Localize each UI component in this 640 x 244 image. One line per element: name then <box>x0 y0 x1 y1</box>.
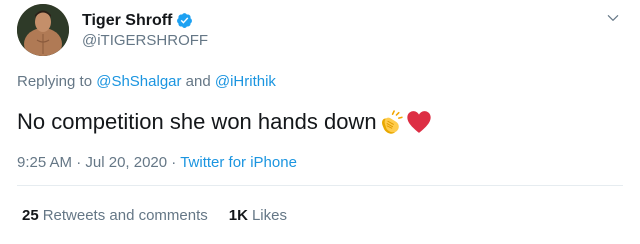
tweet-text: No competition she won hands down <box>17 109 377 134</box>
tweet-card: Tiger Shroff @iTIGERSHROFF Replying to @… <box>0 0 640 244</box>
replying-and: and <box>185 73 211 90</box>
author-name-row: Tiger Shroff <box>82 11 208 30</box>
likes-label: Likes <box>251 207 287 224</box>
mention-link-2[interactable]: @iHrithik <box>215 73 276 90</box>
retweets-label: Retweets and comments <box>42 207 208 224</box>
red-heart-emoji-icon <box>406 111 431 133</box>
avatar-image <box>17 4 69 56</box>
tweet-date[interactable]: Jul 20, 2020 <box>85 154 167 171</box>
author-name[interactable]: Tiger Shroff <box>82 11 172 30</box>
tweet-meta: 9:25 AM · Jul 20, 2020 · Twitter for iPh… <box>17 154 297 172</box>
retweets-stat[interactable]: 25 Retweets and comments <box>22 207 208 225</box>
meta-separator-2: · <box>171 154 177 171</box>
chevron-down-icon[interactable] <box>606 11 620 25</box>
divider <box>17 185 623 186</box>
likes-count: 1K <box>228 207 248 224</box>
replying-prefix: Replying to <box>17 73 93 90</box>
tweet-source-link[interactable]: Twitter for iPhone <box>180 154 297 171</box>
verified-badge-icon <box>177 13 193 28</box>
mention-link-1[interactable]: @ShShalgar <box>96 73 181 90</box>
author-block[interactable]: Tiger Shroff @iTIGERSHROFF <box>82 11 208 50</box>
likes-stat[interactable]: 1K Likes <box>229 207 287 225</box>
clapping-hands-emoji-icon <box>381 110 403 134</box>
author-handle[interactable]: @iTIGERSHROFF <box>82 32 208 50</box>
avatar[interactable] <box>17 4 69 56</box>
tweet-stats: 25 Retweets and comments 1K Likes <box>22 207 308 225</box>
replying-to-line: Replying to @ShShalgar and @iHrithik <box>17 73 276 91</box>
retweets-count: 25 <box>22 207 39 224</box>
tweet-text-row: No competition she won hands down <box>17 107 433 137</box>
tweet-time[interactable]: 9:25 AM <box>17 154 72 171</box>
meta-separator-1: · <box>76 154 82 171</box>
